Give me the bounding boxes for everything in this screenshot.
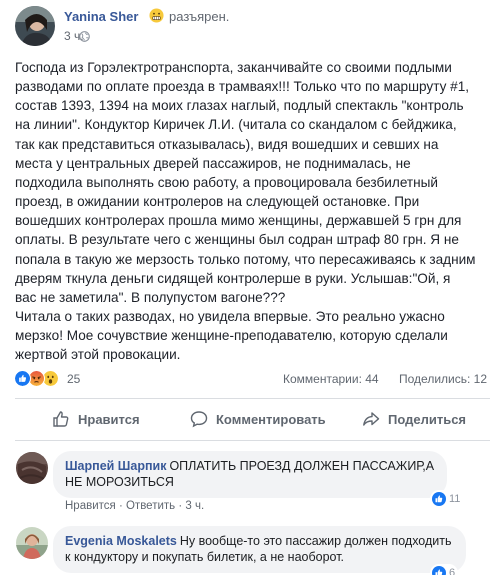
commenter-name[interactable]: Шарпей Шарпик (65, 459, 166, 473)
comment-like-number: 6 (449, 567, 456, 575)
commenter-name[interactable]: Evgenia Moskalets (65, 534, 177, 548)
like-reaction-icon (432, 566, 446, 575)
comment-reply-link[interactable]: Ответить (126, 500, 175, 512)
like-reaction-icon (14, 370, 31, 387)
commenter-avatar[interactable] (16, 452, 48, 484)
comment-like-count[interactable]: 11 (430, 490, 464, 508)
share-button[interactable]: Поделиться (362, 401, 466, 437)
comment-meta: Нравится · Ответить · 3 ч. (65, 500, 204, 512)
comment-like-number: 11 (449, 493, 461, 505)
post-author-name[interactable]: Yanina Sher (64, 9, 138, 24)
divider (15, 398, 490, 399)
like-button-label: Нравится (78, 411, 140, 427)
comments-count-link[interactable]: Комментарии: 44 (283, 372, 379, 386)
thumbs-up-icon (53, 411, 69, 427)
grimace-emoji-icon (149, 8, 164, 23)
comment-icon (190, 411, 208, 428)
like-reaction-icon (432, 492, 446, 506)
comment-like-link[interactable]: Нравится (65, 500, 116, 512)
facebook-post: Yanina Sher разъярен. 3 ч. Господа из Го… (0, 0, 502, 575)
commenter-avatar[interactable] (16, 527, 48, 559)
divider (15, 440, 490, 441)
share-button-label: Поделиться (388, 411, 467, 427)
shares-count-link[interactable]: Поделились: 12 (399, 372, 487, 386)
share-icon (363, 412, 380, 426)
comment-timestamp[interactable]: 3 ч. (185, 500, 204, 512)
author-avatar[interactable] (15, 6, 55, 46)
comment-button[interactable]: Комментировать (190, 401, 326, 437)
reaction-count[interactable]: 25 (67, 372, 80, 386)
like-button[interactable]: Нравится (52, 401, 140, 437)
comment-button-label: Комментировать (216, 411, 326, 427)
globe-icon (79, 31, 90, 42)
post-body-text: Господа из Горэлектротранспорта, заканчи… (15, 60, 476, 363)
separator-dot: · (118, 500, 126, 512)
comment-bubble: Шарпей Шарпик ОПЛАТИТЬ ПРОЕЗД ДОЛЖЕН ПАСС… (53, 451, 447, 498)
comment-bubble: Evgenia Moskalets Ну вообще-то это пассаж… (53, 526, 466, 573)
comment-like-count[interactable]: 6 (430, 564, 459, 575)
feeling-text: разъярен. (169, 9, 230, 24)
